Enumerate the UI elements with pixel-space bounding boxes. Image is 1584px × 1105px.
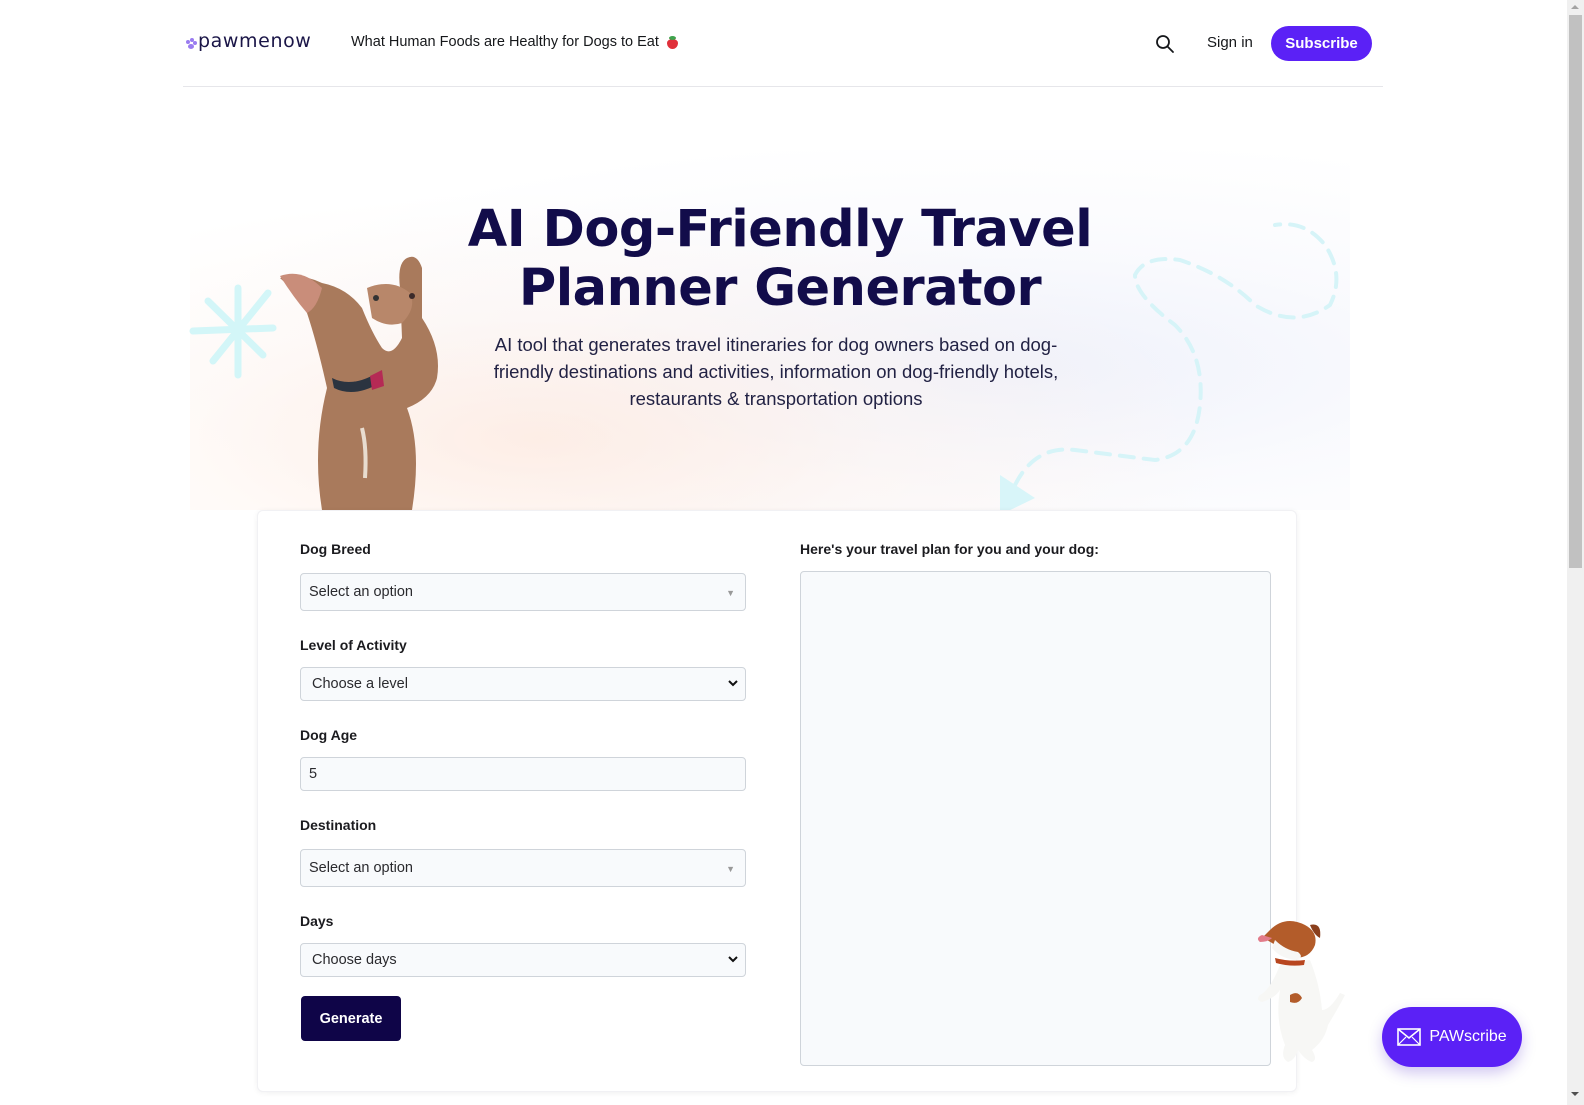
pawscribe-button[interactable]: PAWscribe — [1382, 1007, 1522, 1067]
logo[interactable]: pawmenow — [185, 30, 311, 52]
chevron-down-icon — [728, 680, 738, 687]
destination-value: Select an option — [309, 860, 413, 876]
dog-breed-value: Select an option — [309, 584, 413, 600]
sign-in-link[interactable]: Sign in — [1207, 34, 1253, 51]
activity-level-select[interactable]: Choose a level — [300, 667, 746, 701]
logo-text: pawmenow — [198, 30, 312, 52]
jack-russell-dog-image — [1257, 921, 1345, 1062]
chevron-down-icon: ▼ — [726, 588, 735, 598]
pawscribe-label: PAWscribe — [1429, 1028, 1507, 1045]
travel-plan-label: Here's your travel plan for you and your… — [800, 541, 1099, 557]
days-label: Days — [300, 913, 334, 929]
nav-link-label: What Human Foods are Healthy for Dogs to… — [351, 34, 659, 50]
chevron-down-icon — [728, 956, 738, 963]
nav-link-human-foods[interactable]: What Human Foods are Healthy for Dogs to… — [351, 34, 678, 50]
scroll-down-arrow-icon[interactable] — [1571, 1092, 1579, 1096]
days-select[interactable]: Choose days — [300, 943, 746, 977]
search-icon[interactable] — [1155, 34, 1175, 54]
activity-level-value: Choose a level — [312, 676, 408, 692]
strawberry-icon — [666, 35, 678, 49]
dog-breed-select[interactable]: Select an option ▼ — [300, 573, 746, 611]
subscribe-button[interactable]: Subscribe — [1271, 26, 1372, 61]
chevron-down-icon: ▼ — [726, 864, 735, 874]
days-value: Choose days — [312, 952, 397, 968]
generate-button[interactable]: Generate — [301, 996, 401, 1041]
scroll-thumb[interactable] — [1569, 15, 1582, 568]
page-scrollbar[interactable] — [1567, 0, 1584, 1105]
envelope-icon — [1397, 1028, 1422, 1046]
destination-label: Destination — [300, 817, 377, 833]
dog-age-label: Dog Age — [300, 727, 358, 743]
page-subtitle: AI tool that generates travel itinerarie… — [493, 334, 1059, 409]
dog-age-value: 5 — [309, 766, 318, 782]
scroll-up-arrow-icon[interactable] — [1571, 5, 1579, 9]
site-header: pawmenow What Human Foods are Healthy fo… — [183, 0, 1383, 87]
dog-breed-label: Dog Breed — [300, 541, 371, 557]
travel-plan-output[interactable] — [800, 571, 1271, 1066]
activity-level-label: Level of Activity — [300, 637, 407, 653]
paw-icon — [185, 38, 197, 52]
page-title: AI Dog-Friendly Travel Planner Generator — [467, 200, 1093, 318]
destination-select[interactable]: Select an option ▼ — [300, 849, 746, 887]
dog-age-input[interactable]: 5 — [300, 757, 746, 791]
